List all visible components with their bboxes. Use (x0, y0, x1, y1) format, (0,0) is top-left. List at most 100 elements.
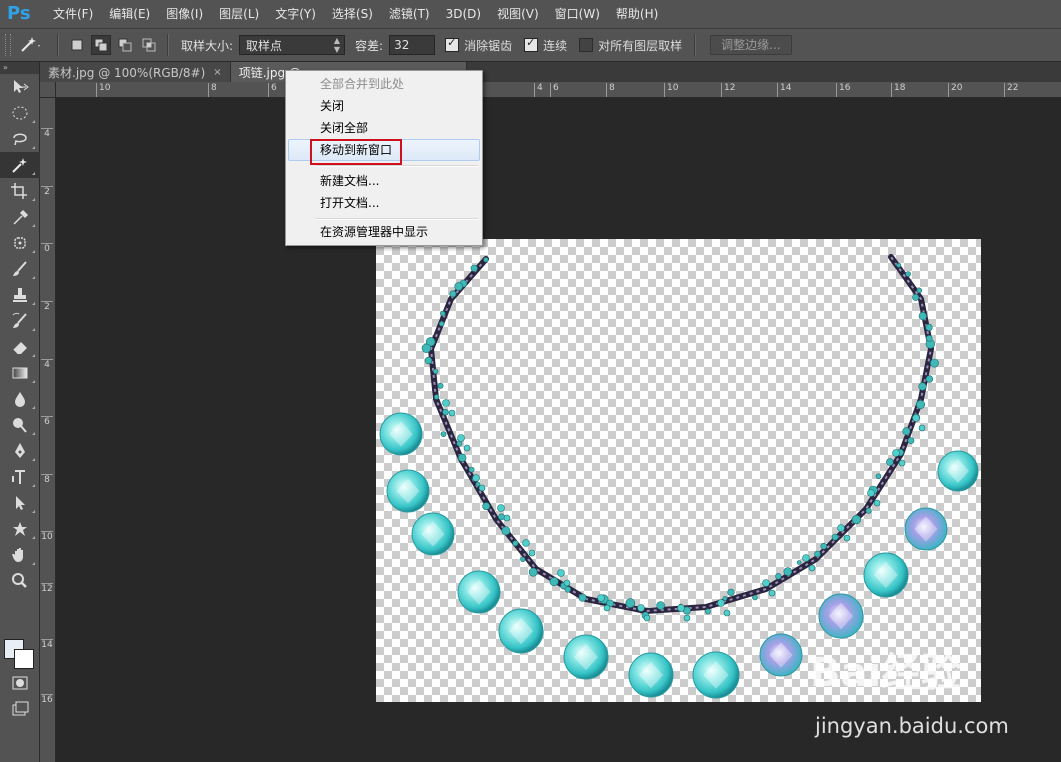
small-stone (454, 282, 463, 291)
clone-stamp-tool[interactable] (0, 282, 40, 308)
brush-tool[interactable] (0, 256, 40, 282)
type-tool[interactable] (0, 464, 40, 490)
small-stone (421, 343, 432, 354)
small-stone (549, 577, 559, 587)
small-stone (918, 311, 927, 321)
dangling-stone (457, 434, 465, 442)
subtract-from-selection-button[interactable] (115, 35, 135, 55)
tools-panel-collapse-icon[interactable]: » (0, 62, 39, 74)
menu-image[interactable]: 图像(I) (158, 0, 211, 28)
add-to-selection-button[interactable] (91, 35, 111, 55)
small-stone (925, 375, 934, 383)
ruler-origin[interactable] (40, 82, 56, 98)
dangling-stone (442, 399, 450, 407)
tool-preset-picker[interactable] (11, 32, 51, 58)
sample-size-select[interactable]: 取样点 ▲ ▼ (239, 35, 346, 55)
path-selection-tool-icon (16, 496, 25, 510)
dangling-stone (603, 604, 611, 612)
menu-layer[interactable]: 图层(L) (211, 0, 267, 28)
menu-edit[interactable]: 编辑(E) (101, 0, 158, 28)
small-stone (915, 400, 925, 410)
menu-item-close[interactable]: 关闭 (288, 95, 480, 117)
refine-edge-button[interactable]: 调整边缘... (710, 35, 792, 55)
menu-filter[interactable]: 滤镜(T) (381, 0, 438, 28)
new-selection-icon (71, 39, 83, 51)
ruler-tick-label: 16 (41, 694, 53, 705)
dangling-stone (472, 474, 480, 482)
document-canvas[interactable] (376, 239, 981, 702)
pen-tool[interactable] (0, 438, 40, 464)
blur-tool[interactable] (0, 386, 40, 412)
new-selection-button[interactable] (67, 35, 87, 55)
gradient-tool[interactable] (0, 360, 40, 386)
horizontal-ruler[interactable]: 1086446810121416182022 (56, 82, 1061, 98)
menu-3d[interactable]: 3D(D) (438, 0, 489, 28)
menu-item-open-document[interactable]: 打开文档... (288, 192, 480, 214)
tab-close-icon[interactable]: × (213, 67, 221, 78)
vertical-ruler[interactable]: 4 2 0 2 4 6 8 10 12 14 16 (40, 98, 56, 762)
ruler-tick-label: 10 (96, 83, 110, 97)
magic-wand-tool[interactable] (0, 152, 40, 178)
menu-item-consolidate-all: 全部合并到此处 (320, 77, 405, 91)
sample-all-layers-checkbox[interactable]: 对所有图层取样 (579, 37, 682, 54)
hand-tool[interactable] (0, 542, 40, 568)
dangling-stone (873, 499, 881, 507)
menu-item-close-all[interactable]: 关闭全部 (288, 117, 480, 139)
small-stone (625, 598, 636, 608)
small-stone (783, 567, 793, 576)
small-stone (722, 596, 728, 601)
dangling-stone (557, 569, 565, 577)
dangling-stone (912, 414, 920, 422)
small-stone (704, 608, 711, 615)
move-tool[interactable] (0, 74, 40, 100)
small-stone (437, 382, 444, 389)
dangling-stone (497, 504, 505, 512)
menu-help[interactable]: 帮助(H) (608, 0, 666, 28)
screen-mode-button[interactable] (0, 696, 40, 722)
eyedropper-tool[interactable] (0, 204, 40, 230)
ruler-tick-label: 6 (550, 83, 559, 97)
small-stone (564, 586, 572, 593)
dodge-tool[interactable] (0, 412, 40, 438)
tolerance-label: 容差: (355, 38, 384, 53)
ruler-tick-label: 12 (41, 583, 53, 594)
contiguous-checkbox[interactable]: 连续 (524, 36, 567, 54)
background-color-swatch[interactable] (14, 649, 34, 669)
crop-tool[interactable] (0, 178, 40, 204)
menu-type[interactable]: 文字(Y) (267, 0, 324, 28)
menu-view[interactable]: 视图(V) (489, 0, 547, 28)
dangling-stone (637, 604, 645, 612)
intersect-selection-button[interactable] (139, 35, 159, 55)
eraser-tool[interactable] (0, 334, 40, 360)
menu-item-show-in-explorer[interactable]: 在资源管理器中显示 (288, 221, 480, 243)
tolerance-input[interactable]: 32 (389, 35, 436, 55)
eraser-tool-icon (12, 342, 27, 355)
small-stone (501, 526, 511, 536)
lasso-tool[interactable] (0, 126, 40, 152)
menu-select[interactable]: 选择(S) (324, 0, 381, 28)
zoom-tool[interactable] (0, 568, 40, 594)
menu-item-new-document[interactable]: 新建文档... (288, 170, 480, 192)
tab-sucai[interactable]: 素材.jpg @ 100%(RGB/8#) × (40, 62, 231, 82)
dangling-stone (683, 614, 691, 622)
marquee-tool[interactable] (0, 100, 40, 126)
tool-flyout-indicator (32, 302, 35, 305)
path-selection-tool[interactable] (0, 490, 40, 516)
menu-window[interactable]: 窗口(W) (547, 0, 608, 28)
contiguous-checkbox-box (524, 36, 539, 52)
color-swatches[interactable] (4, 637, 36, 669)
menu-file[interactable]: 文件(F) (45, 0, 101, 28)
shape-tool[interactable] (0, 516, 40, 542)
quick-mask-button[interactable] (0, 670, 40, 696)
small-stone (775, 573, 782, 580)
dangling-stone (677, 604, 685, 612)
tool-flyout-indicator (32, 562, 35, 565)
tool-flyout-indicator (32, 458, 35, 461)
antialias-checkbox[interactable]: 消除锯齿 (445, 36, 512, 54)
small-stone (896, 262, 902, 268)
small-stone (457, 453, 467, 463)
history-brush-tool[interactable] (0, 308, 40, 334)
healing-brush-tool[interactable] (0, 230, 40, 256)
dangling-stone (808, 564, 816, 572)
small-stone (433, 394, 440, 400)
